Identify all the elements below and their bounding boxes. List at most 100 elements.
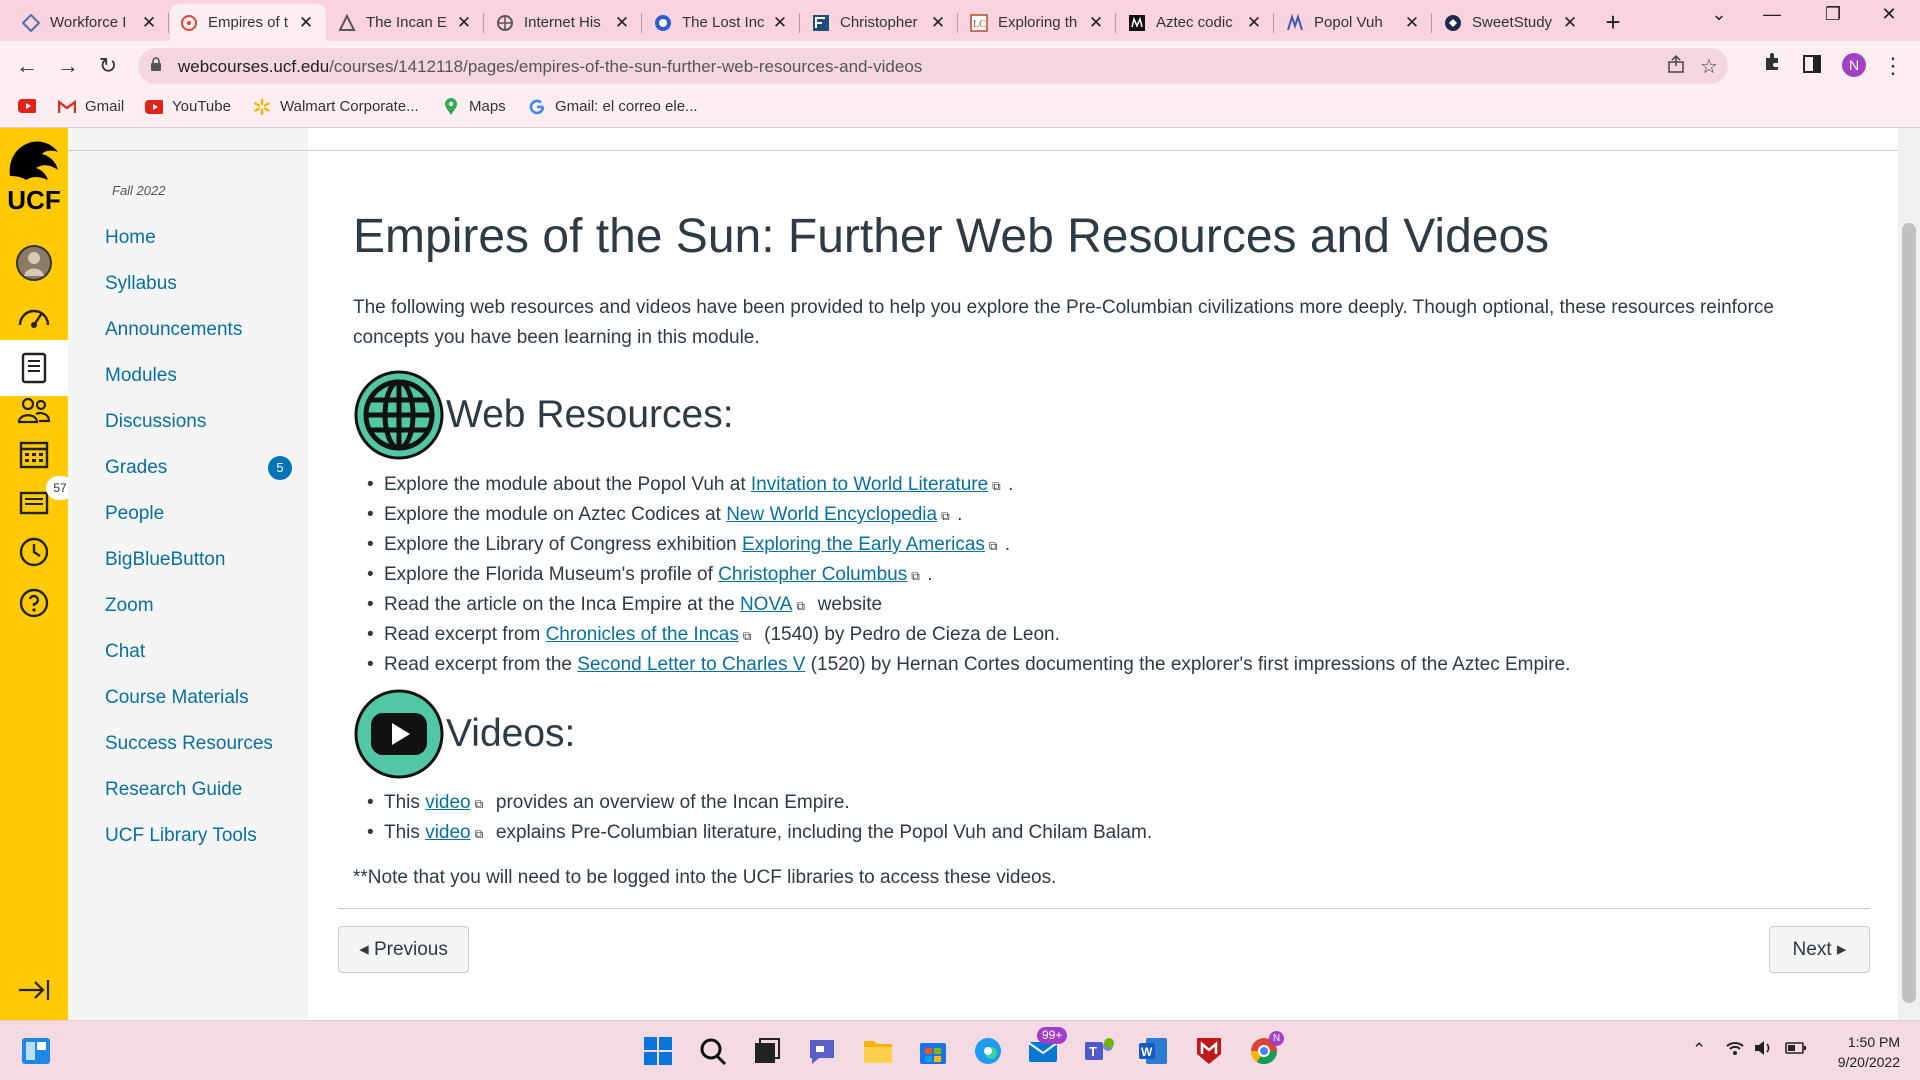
battery-icon[interactable] bbox=[1785, 1040, 1807, 1060]
bookmark-gmail[interactable]: Gmail bbox=[58, 98, 124, 115]
link-second-letter-charles-v[interactable]: Second Letter to Charles V bbox=[577, 654, 805, 675]
edge-button[interactable] bbox=[972, 1035, 1004, 1067]
history-nav-item[interactable] bbox=[14, 532, 54, 572]
dashboard-nav-item[interactable] bbox=[14, 294, 54, 334]
mail-button[interactable]: 99+ bbox=[1027, 1027, 1068, 1067]
link-chronicles-of-the-incas[interactable]: Chronicles of the Incas bbox=[546, 624, 739, 645]
close-icon[interactable]: ✕ bbox=[1402, 13, 1422, 33]
link-new-world-encyclopedia[interactable]: New World Encyclopedia bbox=[726, 504, 937, 525]
courses-nav-item[interactable] bbox=[0, 340, 68, 396]
share-icon[interactable] bbox=[1666, 54, 1686, 80]
course-nav-course-materials[interactable]: Course Materials bbox=[105, 687, 249, 709]
chat-button[interactable] bbox=[806, 1035, 838, 1067]
minimize-button[interactable]: — bbox=[1749, 4, 1795, 25]
tab-workforce[interactable]: Workforce I ✕ bbox=[12, 4, 169, 41]
volume-icon[interactable] bbox=[1753, 1040, 1773, 1061]
start-button[interactable] bbox=[642, 1035, 674, 1067]
profile-avatar[interactable]: N bbox=[1842, 53, 1866, 77]
close-icon[interactable]: ✕ bbox=[139, 13, 159, 33]
next-button[interactable]: Next ▸ bbox=[1769, 926, 1870, 973]
bookmark-youtube-shortcut[interactable] bbox=[18, 98, 45, 114]
new-tab-button[interactable]: + bbox=[1598, 7, 1628, 38]
svg-text:LC: LC bbox=[973, 19, 986, 30]
course-nav-modules[interactable]: Modules bbox=[105, 365, 177, 387]
show-hidden-icons-icon[interactable]: ⌃ bbox=[1692, 1040, 1706, 1060]
lock-icon[interactable] bbox=[150, 57, 162, 71]
link-nova[interactable]: NOVA bbox=[740, 594, 792, 615]
mcafee-button[interactable] bbox=[1193, 1035, 1225, 1067]
collapse-nav-button[interactable] bbox=[14, 970, 54, 1010]
bookmark-maps[interactable]: Maps bbox=[442, 97, 506, 115]
chrome-menu-icon[interactable]: ⋮ bbox=[1878, 51, 1908, 81]
back-button[interactable]: ← bbox=[12, 51, 42, 81]
restore-button[interactable]: ❐ bbox=[1810, 4, 1856, 25]
close-icon[interactable]: ✕ bbox=[770, 13, 790, 33]
url-text[interactable]: webcourses.ucf.edu/courses/1412118/pages… bbox=[178, 57, 922, 77]
tab-exploring[interactable]: LC Exploring th ✕ bbox=[960, 4, 1116, 41]
previous-button[interactable]: ◂ Previous bbox=[338, 926, 469, 973]
course-nav-people[interactable]: People bbox=[105, 503, 164, 525]
store-button[interactable] bbox=[917, 1035, 949, 1067]
page-scrollbar[interactable] bbox=[1898, 128, 1920, 1020]
item-text: Read excerpt from the bbox=[384, 654, 578, 675]
link-christopher-columbus[interactable]: Christopher Columbus bbox=[718, 564, 907, 585]
bookmark-gmail-correo[interactable]: Gmail: el correo ele... bbox=[528, 98, 698, 115]
address-bar[interactable]: webcourses.ucf.edu/courses/1412118/pages… bbox=[138, 48, 1728, 84]
search-button[interactable] bbox=[697, 1035, 729, 1067]
link-invitation-world-literature[interactable]: Invitation to World Literature bbox=[751, 474, 988, 495]
bookmark-star-icon[interactable]: ☆ bbox=[1700, 54, 1718, 79]
course-nav-research-guide[interactable]: Research Guide bbox=[105, 779, 242, 801]
tab-internet-history[interactable]: Internet His ✕ bbox=[486, 4, 642, 41]
calendar-nav-item[interactable] bbox=[14, 434, 54, 474]
close-icon[interactable]: ✕ bbox=[612, 13, 632, 33]
course-nav-ucf-library-tools[interactable]: UCF Library Tools bbox=[105, 825, 257, 847]
widgets-button[interactable] bbox=[20, 1035, 52, 1067]
bookmark-walmart[interactable]: Walmart Corporate... bbox=[253, 98, 419, 115]
close-icon[interactable]: ✕ bbox=[928, 13, 948, 33]
reload-button[interactable]: ↻ bbox=[93, 51, 123, 81]
course-nav-zoom[interactable]: Zoom bbox=[105, 595, 154, 617]
wifi-icon[interactable] bbox=[1725, 1040, 1745, 1061]
extensions-icon[interactable] bbox=[1757, 51, 1787, 81]
teams-button[interactable]: T bbox=[1083, 1035, 1115, 1067]
link-incan-video[interactable]: video bbox=[425, 792, 470, 813]
course-nav-bigbluebutton[interactable]: BigBlueButton bbox=[105, 549, 225, 571]
close-icon[interactable]: ✕ bbox=[1244, 13, 1264, 33]
tab-empires[interactable]: Empires of t ✕ bbox=[170, 4, 326, 41]
course-nav-success-resources[interactable]: Success Resources bbox=[105, 733, 273, 755]
side-panel-icon[interactable] bbox=[1797, 51, 1827, 81]
word-button[interactable]: W bbox=[1137, 1035, 1169, 1067]
course-nav-home[interactable]: Home bbox=[105, 227, 156, 249]
tab-popol-vuh[interactable]: Popol Vuh ✕ bbox=[1276, 4, 1432, 41]
tab-sweetstudy[interactable]: SweetStudy ✕ bbox=[1434, 4, 1590, 41]
tab-lost-inc[interactable]: The Lost Inc ✕ bbox=[644, 4, 800, 41]
course-nav-announcements[interactable]: Announcements bbox=[105, 319, 242, 341]
tab-christopher[interactable]: Christopher ✕ bbox=[802, 4, 958, 41]
task-view-button[interactable] bbox=[751, 1035, 783, 1067]
close-icon[interactable]: ✕ bbox=[296, 13, 316, 33]
groups-nav-item[interactable] bbox=[14, 390, 54, 430]
bookmark-youtube[interactable]: YouTube bbox=[145, 98, 231, 115]
account-nav-item[interactable] bbox=[14, 243, 54, 283]
close-icon[interactable]: ✕ bbox=[454, 13, 474, 33]
forward-button[interactable]: → bbox=[53, 51, 83, 81]
course-nav-grades[interactable]: Grades bbox=[105, 457, 167, 479]
tab-search-button[interactable]: ⌄ bbox=[1696, 4, 1742, 25]
help-nav-item[interactable] bbox=[14, 583, 54, 623]
system-clock[interactable]: 1:50 PM 9/20/2022 bbox=[1822, 1032, 1900, 1072]
link-exploring-early-americas[interactable]: Exploring the Early Americas bbox=[742, 534, 985, 555]
link-literature-video[interactable]: video bbox=[425, 822, 470, 843]
close-icon[interactable]: ✕ bbox=[1560, 13, 1580, 33]
tab-incan[interactable]: The Incan E ✕ bbox=[328, 4, 484, 41]
close-window-button[interactable]: ✕ bbox=[1866, 4, 1912, 25]
ucf-logo[interactable]: UCF bbox=[2, 136, 66, 213]
scrollbar-thumb[interactable] bbox=[1902, 223, 1916, 1003]
chrome-button[interactable]: N bbox=[1248, 1031, 1284, 1067]
tab-aztec[interactable]: Aztec codic ✕ bbox=[1118, 4, 1274, 41]
file-explorer-button[interactable] bbox=[862, 1035, 894, 1067]
course-nav-chat[interactable]: Chat bbox=[105, 641, 145, 663]
close-icon[interactable]: ✕ bbox=[1086, 13, 1106, 33]
course-nav-syllabus[interactable]: Syllabus bbox=[105, 273, 177, 295]
inbox-nav-item[interactable]: 57 bbox=[14, 476, 74, 520]
course-nav-discussions[interactable]: Discussions bbox=[105, 411, 206, 433]
